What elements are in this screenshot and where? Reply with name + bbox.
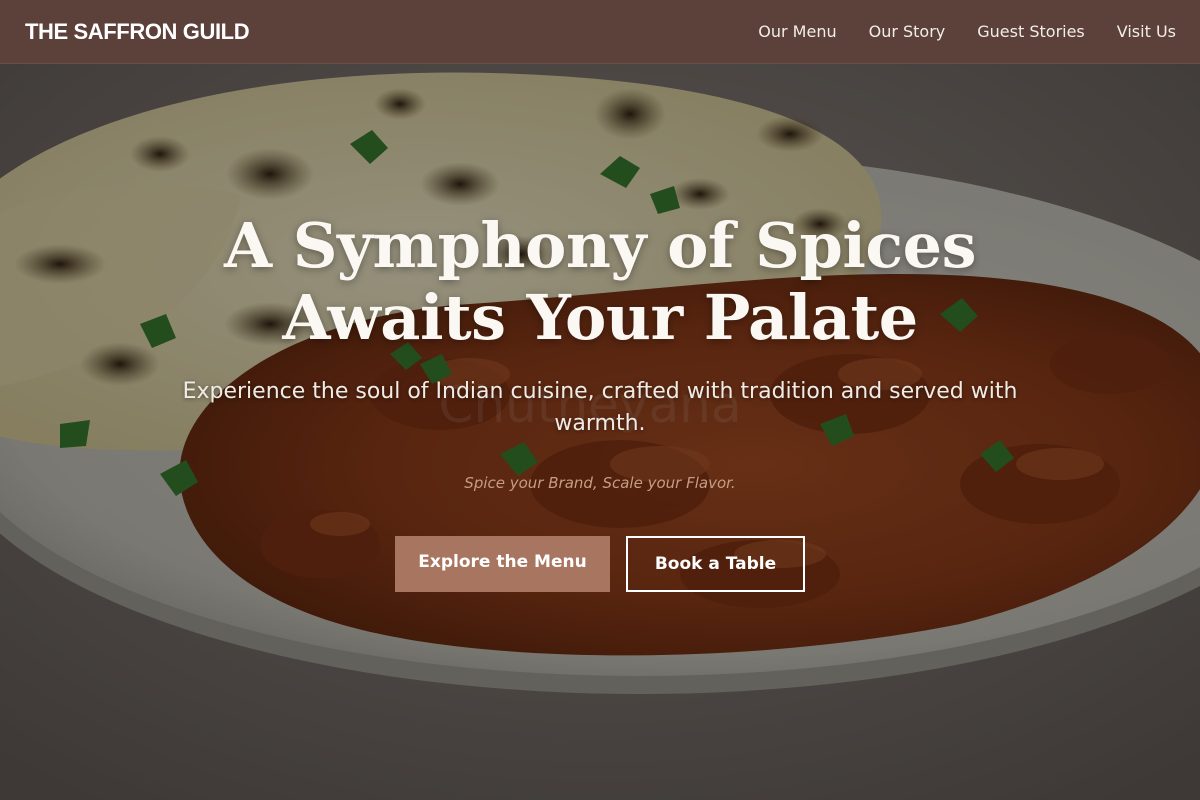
- nav-item-our-menu: Our Menu: [758, 22, 836, 41]
- main-nav: Our Menu Our Story Guest Stories Visit U…: [758, 22, 1176, 41]
- nav-link-guest-stories[interactable]: Guest Stories: [977, 22, 1085, 41]
- book-table-button[interactable]: Book a Table: [626, 536, 805, 592]
- nav-item-our-story: Our Story: [869, 22, 946, 41]
- site-header: THE SAFFRON GUILD Our Menu Our Story Gue…: [0, 0, 1200, 64]
- nav-link-visit-us[interactable]: Visit Us: [1117, 22, 1176, 41]
- nav-item-guest-stories: Guest Stories: [977, 22, 1085, 41]
- explore-menu-button[interactable]: Explore the Menu: [395, 536, 610, 592]
- hero-headline-line1: A Symphony of Spices: [224, 209, 976, 282]
- nav-link-our-story[interactable]: Our Story: [869, 22, 946, 41]
- hero-tagline: Spice your Brand, Scale your Flavor.: [464, 474, 736, 492]
- hero-content: A Symphony of Spices Awaits Your Palate …: [0, 64, 1200, 800]
- nav-item-visit-us: Visit Us: [1117, 22, 1176, 41]
- hero-cta-group: Explore the Menu Book a Table: [0, 536, 1200, 592]
- nav-link-our-menu[interactable]: Our Menu: [758, 22, 836, 41]
- page: THE SAFFRON GUILD Our Menu Our Story Gue…: [0, 0, 1200, 800]
- hero-section: Chutneyana A Symphony of Spices Awaits Y…: [0, 64, 1200, 800]
- hero-subtitle: Experience the soul of Indian cuisine, c…: [182, 379, 1018, 436]
- brand-logo[interactable]: THE SAFFRON GUILD: [25, 19, 250, 45]
- hero-headline: A Symphony of Spices Awaits Your Palate: [150, 210, 1050, 354]
- hero-headline-line2: Awaits Your Palate: [282, 281, 918, 354]
